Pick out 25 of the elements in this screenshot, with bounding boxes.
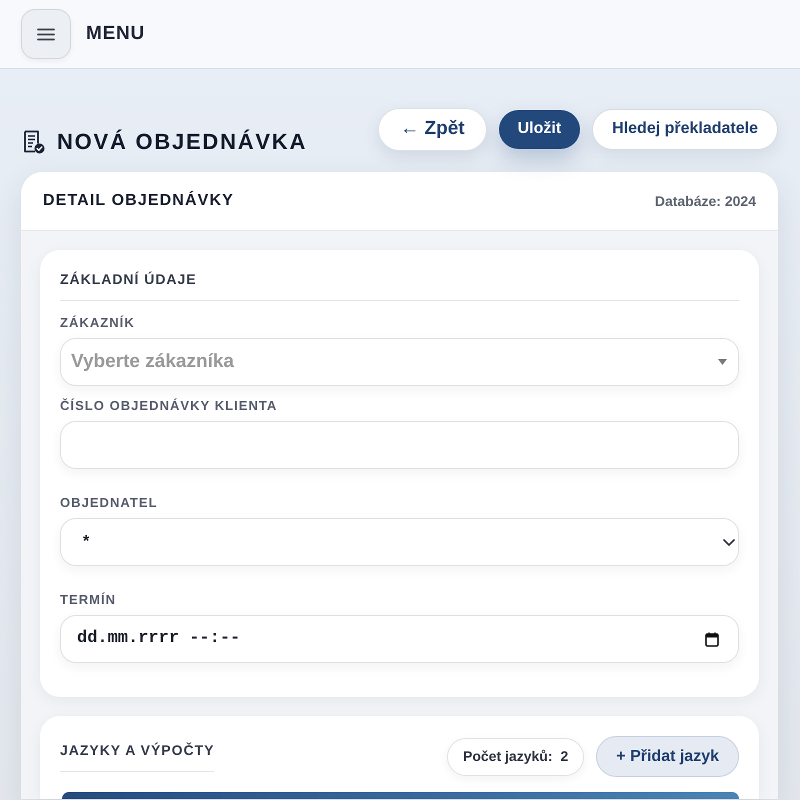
orderer-select[interactable]: * [60, 518, 739, 566]
calendar-icon [705, 632, 719, 646]
save-button[interactable]: Uložit [498, 110, 580, 148]
datetime-field[interactable]: dd.mm.rrrr --:-- [60, 615, 739, 663]
field-label: ZÁKAZNÍK [60, 315, 136, 331]
dropdown-triangle-icon [718, 359, 727, 365]
chevron-down-icon [723, 538, 735, 546]
language-count-value: 2 [560, 747, 568, 766]
add-language-button[interactable]: + Přidat jazyk [596, 736, 739, 777]
page-title: NOVÁ OBJEDNÁVKA [57, 128, 308, 156]
input-field[interactable] [60, 421, 739, 469]
menu-label: MENU [86, 22, 145, 46]
database-label: Databáze: 2024 [654, 192, 756, 210]
section-title: JAZYKY A VÝPOČTY [60, 741, 214, 772]
section-title: ZÁKLADNÍ ÚDAJE [60, 270, 198, 288]
document-check-icon [23, 130, 45, 154]
menu-button[interactable] [21, 9, 71, 59]
field-label: ČÍSLO OBJEDNÁVKY KLIENTA [60, 398, 278, 414]
menu-icon [37, 28, 55, 40]
card-title: DETAIL OBJEDNÁVKY [43, 190, 234, 211]
field-label: TERMÍN [60, 592, 118, 608]
field-label: OBJEDNATEL [60, 495, 159, 511]
back-button[interactable]: ← Zpět [378, 108, 487, 150]
search-translator-button[interactable]: Hledej překladatele [592, 108, 778, 150]
language-count-label: Počet jazyků: [463, 747, 552, 766]
